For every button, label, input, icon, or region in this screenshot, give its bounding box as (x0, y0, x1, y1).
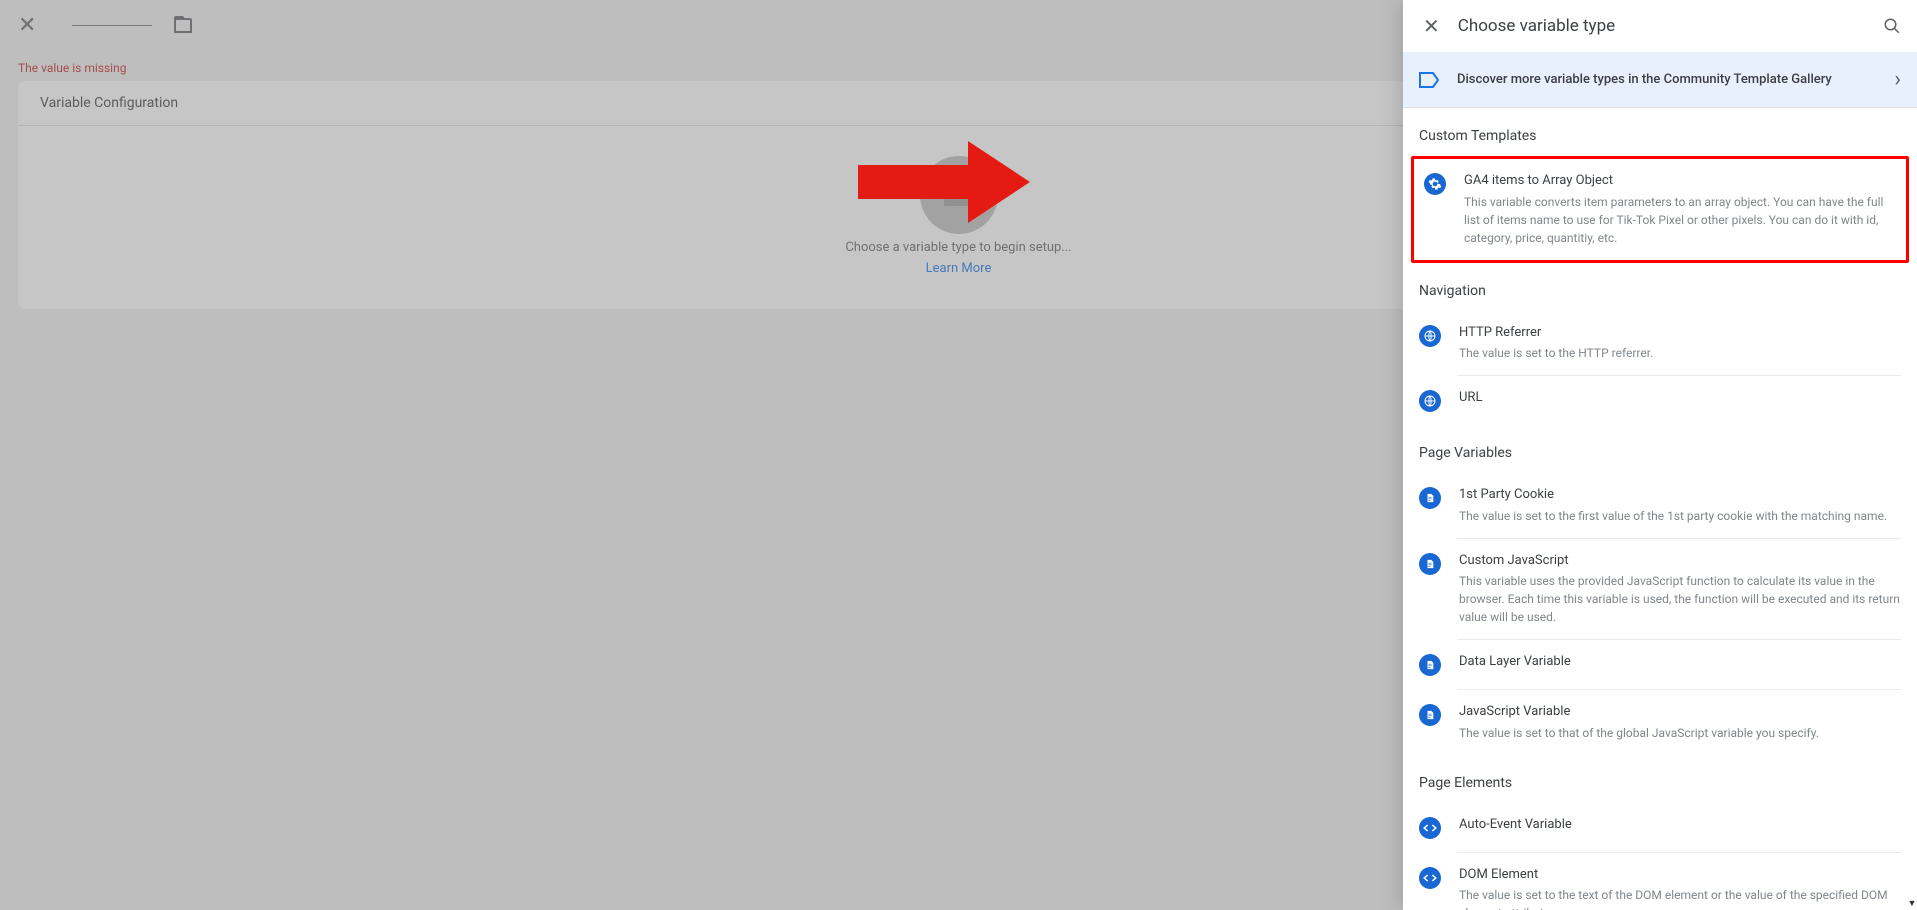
doc-icon (1419, 704, 1441, 726)
item-name: 1st Party Cookie (1459, 485, 1901, 505)
variable-type-item[interactable]: DOM ElementThe value is set to the text … (1403, 853, 1917, 910)
item-desc: The value is set to the first value of t… (1459, 507, 1901, 525)
item-name: Custom JavaScript (1459, 551, 1901, 571)
banner-text: Discover more variable types in the Comm… (1457, 72, 1876, 87)
variable-type-item[interactable]: Custom JavaScriptThis variable uses the … (1403, 539, 1917, 640)
search-icon[interactable] (1883, 17, 1901, 35)
item-name: JavaScript Variable (1459, 702, 1901, 722)
section-title: Page Elements (1403, 755, 1917, 803)
chevron-right-icon: › (1894, 67, 1901, 92)
section-title: Custom Templates (1403, 108, 1917, 156)
variable-type-item[interactable]: URL (1403, 376, 1917, 425)
red-arrow-annotation (858, 141, 1030, 223)
doc-icon (1419, 487, 1441, 509)
code-icon (1419, 867, 1441, 889)
item-name: GA4 items to Array Object (1464, 171, 1896, 191)
choose-variable-panel: ✕ Choose variable type Discover more var… (1403, 0, 1917, 910)
item-desc: This variable converts item parameters t… (1464, 193, 1896, 247)
item-name: Auto-Event Variable (1459, 815, 1901, 835)
code-icon (1419, 817, 1441, 839)
scroll-down-icon: ▼ (1907, 896, 1917, 910)
section-title: Page Variables (1403, 425, 1917, 473)
variable-type-item[interactable]: JavaScript Variable The value is set to t… (1403, 690, 1917, 755)
gear-icon (1424, 173, 1446, 195)
globe-icon (1419, 390, 1441, 412)
doc-icon (1419, 553, 1441, 575)
variable-type-list[interactable]: Custom Templates GA4 items to Array Objec… (1403, 108, 1917, 910)
item-name: URL (1459, 388, 1901, 408)
section-title: Navigation (1403, 263, 1917, 311)
variable-type-item[interactable]: 1st Party Cookie The value is set to the … (1403, 473, 1917, 538)
community-gallery-banner[interactable]: Discover more variable types in the Comm… (1403, 52, 1917, 108)
tag-icon (1419, 72, 1439, 88)
item-desc: The value is set to that of the global J… (1459, 724, 1901, 742)
item-name: Data Layer Variable (1459, 652, 1901, 672)
item-name: DOM Element (1459, 865, 1901, 885)
variable-type-item[interactable]: HTTP ReferrerThe value is set to the HTT… (1403, 311, 1917, 376)
doc-icon (1419, 654, 1441, 676)
item-desc: The value is set to the text of the DOM … (1459, 886, 1901, 910)
variable-type-item[interactable]: Auto-Event Variable (1403, 803, 1917, 852)
globe-icon (1419, 325, 1441, 347)
variable-type-item[interactable]: Data Layer Variable (1403, 640, 1917, 689)
variable-type-item[interactable]: GA4 items to Array ObjectThis variable c… (1416, 161, 1904, 258)
item-name: HTTP Referrer (1459, 323, 1901, 343)
panel-title: Choose variable type (1458, 16, 1869, 36)
highlighted-item-box: GA4 items to Array ObjectThis variable c… (1411, 156, 1909, 263)
item-desc: The value is set to the HTTP referrer. (1459, 344, 1901, 362)
item-desc: This variable uses the provided JavaScri… (1459, 572, 1901, 626)
close-panel-icon[interactable]: ✕ (1419, 10, 1444, 42)
